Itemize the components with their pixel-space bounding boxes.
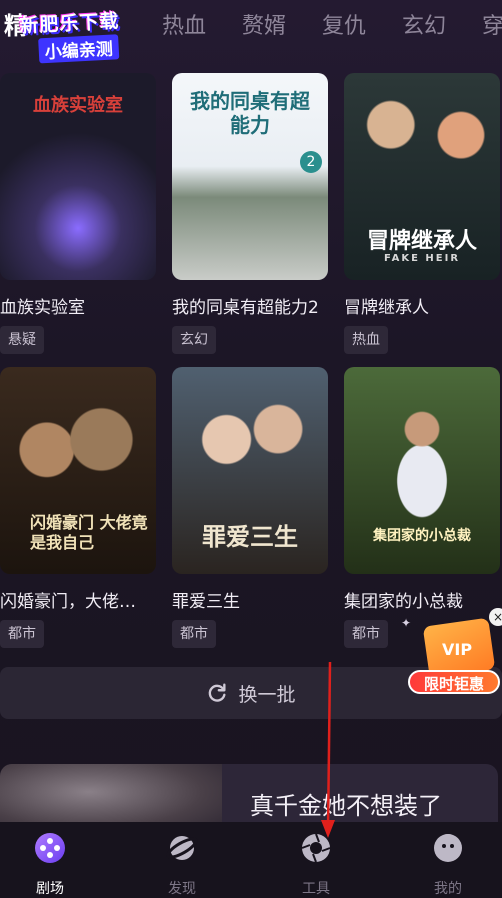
tab-fuchou[interactable]: 复仇 [322,8,366,40]
drama-title[interactable]: 闪婚豪门，大佬… [0,587,168,612]
poster-text: 血族实验室 [33,95,123,116]
tab-zhuixu[interactable]: 赘婿 [242,8,286,40]
swap-batch-label: 换一批 [238,683,296,706]
poster-text: 罪爱三生 [202,522,298,551]
close-icon[interactable]: × [489,608,502,626]
tab-xuanhuan[interactable]: 玄幻 [402,8,446,40]
drama-home-screen: 精 热血 赘婿 复仇 玄幻 穿 新肥乐下载 小编亲测 血族实验室 血族实验室 悬… [0,0,502,898]
poster-subtitle: FAKE HEIR [383,253,461,264]
genre-tag: 玄幻 [172,326,216,354]
nav-label: 工具 [302,881,330,897]
refresh-icon [209,683,227,702]
annotation-arrow [321,662,335,838]
genre-tag: 都市 [172,620,216,648]
banner-title: 真千金她不想装了 [250,792,442,820]
poster-image[interactable]: 集团家的小总裁 [344,367,500,574]
nav-item-profile[interactable]: 我的 [408,832,488,898]
watermark-line2: 小编亲测 [38,34,120,64]
watermark-line1: 新肥乐下载 [18,10,120,38]
vip-promo-label: 限时钜惠 [408,670,500,694]
genre-tag: 都市 [0,620,44,648]
drama-title[interactable]: 罪爱三生 [172,587,340,612]
watermark-sticker: 新肥乐下载 小编亲测 [13,4,156,65]
vip-promo[interactable]: VIP 限时钜惠 [408,617,500,696]
poster-image[interactable]: 闪婚豪门 大佬竟是我自己 [0,367,156,574]
poster-image[interactable]: 罪爱三生 [172,367,328,574]
bottom-nav: 剧场 发现 工具 我的 [0,822,502,898]
poster-image[interactable]: 冒牌继承人 FAKE HEIR [344,73,500,280]
nav-item-tools[interactable]: 工具 [276,832,356,898]
drama-title[interactable]: 冒牌继承人 [344,293,502,318]
planet-icon [166,836,198,860]
drama-title[interactable]: 我的同桌有超能力2 [172,293,340,318]
poster-text: 闪婚豪门 大佬竟是我自己 [30,513,148,552]
nav-item-theater[interactable]: 剧场 [10,832,90,898]
vip-badge: VIP [442,640,473,659]
nav-label: 剧场 [36,881,64,897]
profile-icon [434,834,462,862]
genre-tag: 都市 [344,620,388,648]
poster-text: 冒牌继承人 [366,229,477,254]
tab-rexue[interactable]: 热血 [162,8,206,40]
drama-title[interactable]: 集团家的小总裁 [344,587,502,612]
poster-image[interactable]: 血族实验室 [0,73,156,280]
genre-tag: 热血 [344,326,388,354]
poster-text: 集团家的小总裁 [373,528,471,544]
nav-item-discover[interactable]: 发现 [142,832,222,898]
theater-icon [35,833,65,863]
genre-tag: 悬疑 [0,326,44,354]
poster-image[interactable]: 我的同桌有超能力 2 [172,73,328,280]
tab-chuan[interactable]: 穿 [482,8,502,40]
poster-text: 我的同桌有超能力 [190,89,310,137]
drama-title[interactable]: 血族实验室 [0,293,168,318]
nav-label: 发现 [168,881,196,897]
poster-sequel-badge: 2 [300,151,322,173]
nav-label: 我的 [434,881,462,897]
